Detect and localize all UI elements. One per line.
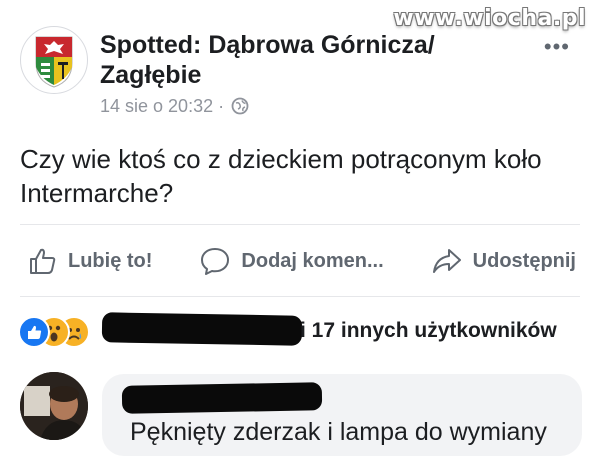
- post-text-line-1: Czy wie ktoś co z dzieckiem potrąconym k…: [20, 144, 542, 174]
- page-name-line-2[interactable]: Zagłębie: [100, 60, 520, 90]
- speech-bubble-icon: [201, 248, 230, 275]
- comment-text: Pęknięty zderzak i lampa do wymiany: [130, 418, 547, 446]
- globe-icon: [231, 97, 249, 120]
- divider: [20, 296, 580, 297]
- divider: [20, 224, 580, 225]
- page-name-line-1[interactable]: Spotted: Dąbrowa Górnicza/: [100, 30, 520, 60]
- share-arrow-icon: [432, 249, 461, 273]
- comment-button[interactable]: Dodaj komen...: [199, 246, 384, 276]
- like-label[interactable]: Lubię to!: [68, 250, 152, 273]
- action-bar: Lubię to! Dodaj komen... Udostępnij: [28, 240, 576, 282]
- like-button[interactable]: Lubię to!: [28, 246, 152, 276]
- comment-bubble: Pęknięty zderzak i lampa do wymiany: [102, 374, 582, 456]
- meta-separator: ·: [218, 96, 225, 116]
- post-header: Spotted: Dąbrowa Górnicza/ Zagłębie ••• …: [20, 26, 590, 122]
- thumbs-up-icon: [30, 248, 56, 274]
- page-name[interactable]: Spotted: Dąbrowa Górnicza/ Zagłębie: [100, 30, 520, 90]
- reaction-icons[interactable]: [18, 316, 104, 348]
- comment: Pęknięty zderzak i lampa do wymiany: [20, 370, 595, 456]
- post-timestamp[interactable]: 14 sie o 20:32: [100, 96, 213, 116]
- share-button[interactable]: Udostępnij: [431, 246, 576, 276]
- censored-name: [101, 312, 303, 346]
- post-meta: 14 sie o 20:32 ·: [100, 96, 249, 120]
- reactions-summary[interactable]: i 17 innych użytkowników: [18, 310, 588, 352]
- post-text: Czy wie ktoś co z dzieckiem potrąconym k…: [20, 142, 580, 210]
- more-dots-icon[interactable]: •••: [544, 34, 570, 60]
- censored-commenter-name: [121, 382, 323, 414]
- comment-label[interactable]: Dodaj komen...: [241, 250, 383, 273]
- person-photo-icon: [20, 372, 88, 440]
- share-label[interactable]: Udostępnij: [473, 250, 576, 273]
- post-text-line-2: Intermarche?: [20, 178, 174, 208]
- like-icon: [18, 316, 50, 348]
- coat-of-arms-icon: [35, 36, 73, 88]
- commenter-avatar[interactable]: [20, 372, 88, 440]
- reactions-count-text[interactable]: i 17 innych użytkowników: [300, 319, 557, 343]
- page-avatar[interactable]: [20, 26, 88, 94]
